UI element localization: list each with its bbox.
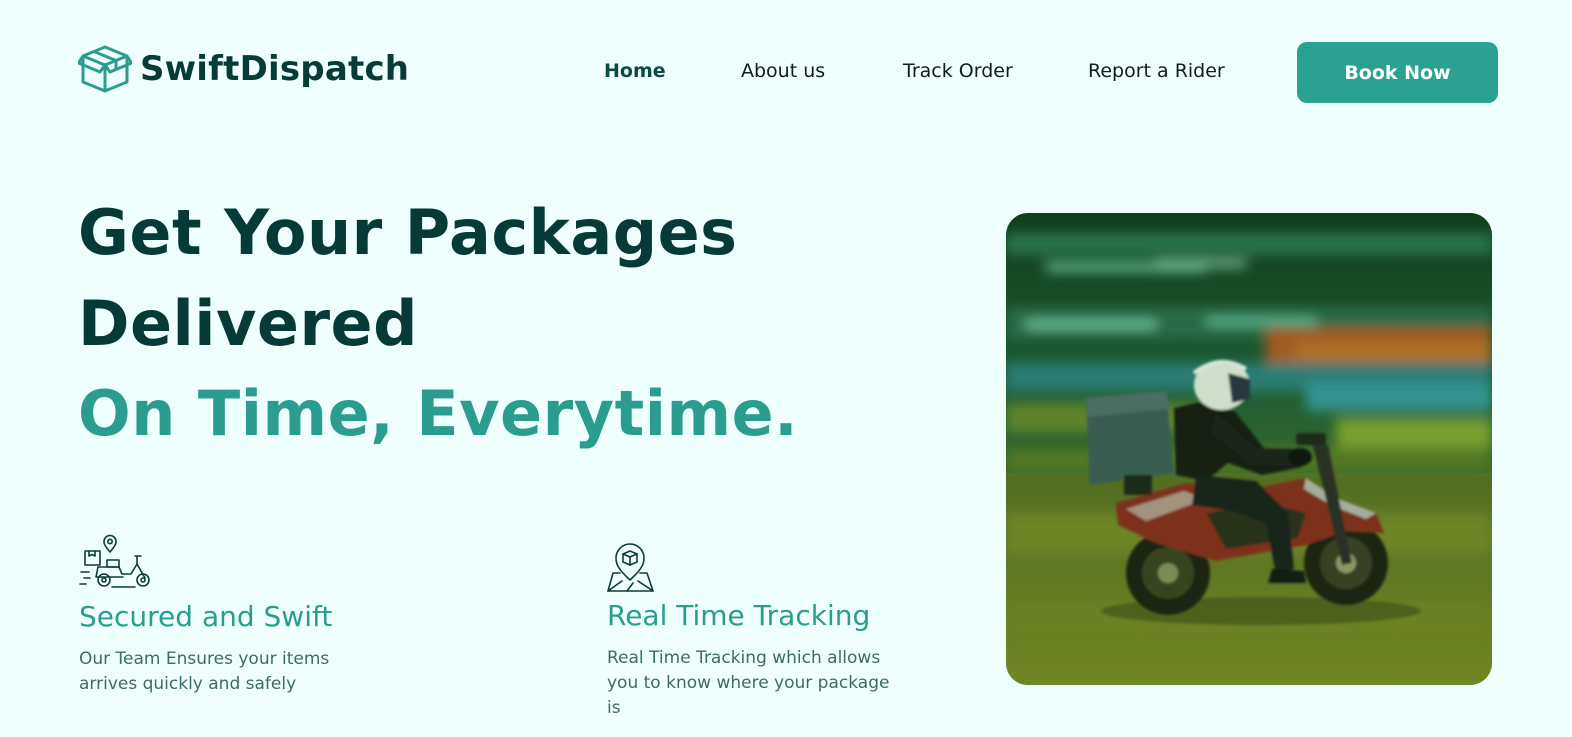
package-location-icon — [607, 543, 907, 593]
hero-image — [1006, 213, 1492, 685]
feature-title: Real Time Tracking — [607, 599, 871, 632]
book-now-button[interactable]: Book Now — [1297, 42, 1498, 103]
feature-secured-swift: Secured and Swift Our Team Ensures your … — [79, 534, 349, 697]
hero-heading-line-2: Delivered — [78, 287, 418, 360]
feature-real-time-tracking: Real Time Tracking Real Time Tracking wh… — [607, 543, 907, 721]
feature-description: Real Time Tracking which allows you to k… — [607, 648, 890, 718]
nav-item-track-order[interactable]: Track Order — [903, 60, 1013, 82]
landing-page: SwiftDispatch Home About us Track Order … — [0, 0, 1572, 737]
nav-item-about-us[interactable]: About us — [741, 60, 825, 82]
feature-title: Secured and Swift — [79, 600, 333, 633]
nav-item-home[interactable]: Home — [604, 60, 666, 82]
feature-description: Our Team Ensures your items arrives quic… — [79, 649, 330, 694]
nav-item-report-rider[interactable]: Report a Rider — [1088, 60, 1225, 82]
hero-heading-line-1: Get Your Packages — [78, 196, 738, 269]
scooter-delivery-icon — [79, 534, 349, 592]
hero-heading-tagline: On Time, Everytime. — [78, 377, 799, 450]
